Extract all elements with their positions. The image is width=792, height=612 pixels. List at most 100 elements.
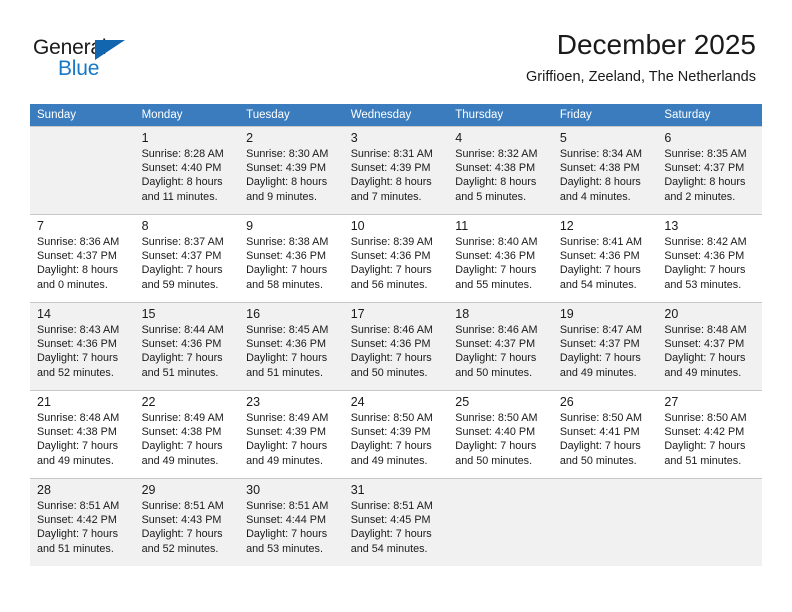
calendar-day-cell[interactable]: 10 Sunrise: 8:39 AM Sunset: 4:36 PM Dayligh… xyxy=(343,214,449,302)
day-cell-content: 8 Sunrise: 8:37 AM Sunset: 4:37 PM Daylight… xyxy=(134,214,240,302)
day-number: 26 xyxy=(559,395,574,409)
sunset-text: Sunset: 4:36 PM xyxy=(141,338,222,351)
calendar-day-cell[interactable]: 11 Sunrise: 8:40 AM Sunset: 4:36 PM Dayligh… xyxy=(448,214,553,302)
calendar-day-cell[interactable]: 4 Sunrise: 8:32 AM Sunset: 4:38 PM Daylight… xyxy=(448,126,553,214)
calendar-body: 1 Sunrise: 8:28 AM Sunset: 4:40 PM Daylight… xyxy=(30,126,762,566)
sunset-text: Sunset: 4:39 PM xyxy=(350,426,431,439)
title-block: December 2025 Griffioen, Zeeland, The Ne… xyxy=(526,28,756,86)
sunset-text: Sunset: 4:44 PM xyxy=(246,514,326,527)
calendar-day-cell[interactable]: 9 Sunrise: 8:38 AM Sunset: 4:36 PM Daylight… xyxy=(239,214,344,302)
sunset-text: Sunset: 4:36 PM xyxy=(664,250,745,263)
sunrise-text: Sunrise: 8:28 AM xyxy=(141,148,224,160)
calendar-week-row: 1 Sunrise: 8:28 AM Sunset: 4:40 PM Daylight… xyxy=(30,126,762,214)
calendar-day-cell[interactable]: 6 Sunrise: 8:35 AM Sunset: 4:37 PM Daylight… xyxy=(657,126,762,214)
calendar-day-cell[interactable]: 17 Sunrise: 8:46 AM Sunset: 4:36 PM Dayligh… xyxy=(343,302,449,390)
page-title: December 2025 xyxy=(556,29,756,60)
daylight-text-line2: and 49 minutes. xyxy=(37,454,114,467)
daylight-text-line2: and 9 minutes. xyxy=(246,190,317,203)
calendar-day-cell[interactable]: 28 Sunrise: 8:51 AM Sunset: 4:42 PM Dayligh… xyxy=(30,478,135,566)
sunset-text: Sunset: 4:37 PM xyxy=(37,250,117,263)
sunrise-text: Sunrise: 8:48 AM xyxy=(664,324,747,336)
calendar-day-cell[interactable]: 25 Sunrise: 8:50 AM Sunset: 4:40 PM Dayligh… xyxy=(448,390,553,478)
calendar-day-cell[interactable]: 14 Sunrise: 8:43 AM Sunset: 4:36 PM Dayligh… xyxy=(30,302,135,390)
calendar-day-cell[interactable]: 30 Sunrise: 8:51 AM Sunset: 4:44 PM Dayligh… xyxy=(239,478,344,566)
calendar-header-row: Sunday Monday Tuesday Wednesday Thursday… xyxy=(30,104,762,126)
daylight-text-line2: and 52 minutes. xyxy=(37,366,114,379)
sunrise-text: Sunrise: 8:51 AM xyxy=(141,500,224,512)
calendar-day-cell[interactable]: 21 Sunrise: 8:48 AM Sunset: 4:38 PM Dayligh… xyxy=(30,390,135,478)
day-number: 2 xyxy=(246,131,254,145)
calendar-day-cell[interactable]: 22 Sunrise: 8:49 AM Sunset: 4:38 PM Dayligh… xyxy=(134,390,240,478)
daylight-text-line1: Daylight: 7 hours xyxy=(559,352,641,365)
calendar-day-cell[interactable]: 7 Sunrise: 8:36 AM Sunset: 4:37 PM Daylight… xyxy=(30,214,135,302)
daylight-text-line2: and 50 minutes. xyxy=(455,366,533,379)
calendar-day-cell[interactable]: 12 Sunrise: 8:41 AM Sunset: 4:36 PM Dayligh… xyxy=(552,214,658,302)
day-number: 22 xyxy=(141,395,156,409)
daylight-text-line2: and 7 minutes. xyxy=(350,190,422,203)
daylight-text-line1: Daylight: 7 hours xyxy=(455,352,537,365)
daylight-text-line1: Daylight: 7 hours xyxy=(246,528,328,541)
day-number: 13 xyxy=(664,219,679,233)
day-number: 23 xyxy=(246,395,261,409)
calendar-day-cell[interactable]: 26 Sunrise: 8:50 AM Sunset: 4:41 PM Dayligh… xyxy=(552,390,658,478)
day-number: 12 xyxy=(559,219,574,233)
calendar-day-cell[interactable]: 5 Sunrise: 8:34 AM Sunset: 4:38 PM Daylight… xyxy=(552,126,658,214)
day-number: 11 xyxy=(455,219,469,233)
sunrise-text: Sunrise: 8:49 AM xyxy=(141,412,224,424)
day-cell-content: 9 Sunrise: 8:38 AM Sunset: 4:36 PM Daylight… xyxy=(239,214,344,302)
daylight-text-line2: and 5 minutes. xyxy=(455,190,527,203)
calendar-day-cell[interactable]: 2 Sunrise: 8:30 AM Sunset: 4:39 PM Daylight… xyxy=(239,126,344,214)
sunset-text: Sunset: 4:36 PM xyxy=(350,250,431,263)
calendar-day-cell[interactable]: 23 Sunrise: 8:49 AM Sunset: 4:39 PM Dayligh… xyxy=(239,390,344,478)
day-cell-content: 17 Sunrise: 8:46 AM Sunset: 4:36 PM Dayligh… xyxy=(343,302,449,390)
sunset-text: Sunset: 4:36 PM xyxy=(246,338,326,351)
daylight-text-line1: Daylight: 7 hours xyxy=(141,528,223,541)
sunrise-text: Sunrise: 8:39 AM xyxy=(350,236,433,248)
daylight-text-line1: Daylight: 7 hours xyxy=(141,264,223,277)
calendar-week-row: 21 Sunrise: 8:48 AM Sunset: 4:38 PM Dayligh… xyxy=(30,390,762,478)
day-number: 8 xyxy=(141,219,149,233)
general-blue-logo[interactable]: General Blue xyxy=(33,36,153,84)
daylight-text-line2: and 11 minutes. xyxy=(141,190,218,203)
calendar-day-cell[interactable]: 16 Sunrise: 8:45 AM Sunset: 4:36 PM Dayligh… xyxy=(239,302,344,390)
calendar-day-cell[interactable]: 18 Sunrise: 8:46 AM Sunset: 4:37 PM Dayligh… xyxy=(448,302,553,390)
calendar-day-cell[interactable]: 15 Sunrise: 8:44 AM Sunset: 4:36 PM Dayligh… xyxy=(134,302,240,390)
daylight-text-line2: and 53 minutes. xyxy=(664,278,742,291)
sunrise-text: Sunrise: 8:45 AM xyxy=(246,324,329,336)
daylight-text-line2: and 53 minutes. xyxy=(246,542,323,555)
sunrise-text: Sunrise: 8:50 AM xyxy=(350,412,433,424)
day-number: 16 xyxy=(246,307,261,321)
calendar-day-cell[interactable]: 3 Sunrise: 8:31 AM Sunset: 4:39 PM Daylight… xyxy=(343,126,449,214)
calendar-day-cell[interactable]: 20 Sunrise: 8:48 AM Sunset: 4:37 PM Dayligh… xyxy=(657,302,762,390)
calendar-day-cell-empty xyxy=(30,126,135,214)
day-cell-content: 11 Sunrise: 8:40 AM Sunset: 4:36 PM Dayligh… xyxy=(448,214,553,302)
sunset-text: Sunset: 4:39 PM xyxy=(246,162,326,175)
calendar-day-cell[interactable]: 27 Sunrise: 8:50 AM Sunset: 4:42 PM Dayligh… xyxy=(657,390,762,478)
day-number: 14 xyxy=(37,307,51,321)
day-cell-content: 7 Sunrise: 8:36 AM Sunset: 4:37 PM Daylight… xyxy=(30,214,135,302)
day-number: 5 xyxy=(559,131,567,145)
daylight-text-line2: and 55 minutes. xyxy=(455,278,533,291)
calendar-day-cell[interactable]: 19 Sunrise: 8:47 AM Sunset: 4:37 PM Dayligh… xyxy=(552,302,658,390)
calendar-day-cell[interactable]: 29 Sunrise: 8:51 AM Sunset: 4:43 PM Dayligh… xyxy=(134,478,240,566)
daylight-text-line1: Daylight: 7 hours xyxy=(664,264,746,277)
calendar-day-cell[interactable]: 31 Sunrise: 8:51 AM Sunset: 4:45 PM Dayligh… xyxy=(343,478,449,566)
daylight-text-line1: Daylight: 7 hours xyxy=(246,264,328,277)
sunrise-text: Sunrise: 8:50 AM xyxy=(664,412,747,424)
sunrise-text: Sunrise: 8:38 AM xyxy=(246,236,329,248)
sunset-text: Sunset: 4:36 PM xyxy=(455,250,536,263)
calendar-day-cell[interactable]: 13 Sunrise: 8:42 AM Sunset: 4:36 PM Dayligh… xyxy=(657,214,762,302)
calendar-day-cell[interactable]: 8 Sunrise: 8:37 AM Sunset: 4:37 PM Daylight… xyxy=(134,214,240,302)
sunset-text: Sunset: 4:42 PM xyxy=(664,426,745,439)
daylight-text-line2: and 59 minutes. xyxy=(141,278,219,291)
day-cell-content: 20 Sunrise: 8:48 AM Sunset: 4:37 PM Dayligh… xyxy=(657,302,762,390)
daylight-text-line2: and 50 minutes. xyxy=(455,454,533,467)
sunrise-text: Sunrise: 8:46 AM xyxy=(455,324,538,336)
day-cell-content: 21 Sunrise: 8:48 AM Sunset: 4:38 PM Dayligh… xyxy=(30,390,135,478)
calendar-day-cell[interactable]: 24 Sunrise: 8:50 AM Sunset: 4:39 PM Dayligh… xyxy=(343,390,449,478)
day-cell-content: 28 Sunrise: 8:51 AM Sunset: 4:42 PM Dayligh… xyxy=(30,478,135,566)
day-cell-content xyxy=(30,126,135,214)
calendar-day-cell[interactable]: 1 Sunrise: 8:28 AM Sunset: 4:40 PM Daylight… xyxy=(134,126,240,214)
daylight-text-line1: Daylight: 7 hours xyxy=(664,440,746,453)
day-number: 19 xyxy=(559,307,574,321)
